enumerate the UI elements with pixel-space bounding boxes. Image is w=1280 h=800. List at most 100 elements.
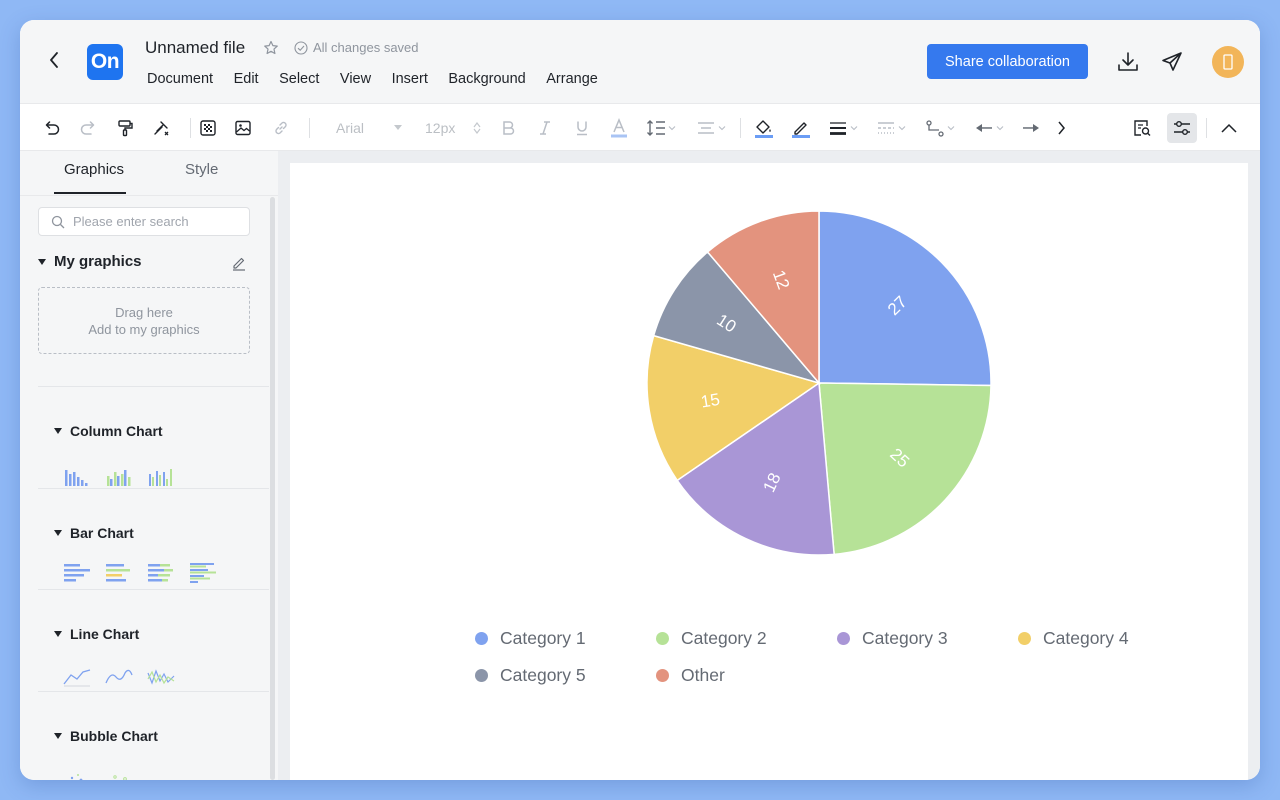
bubble-chart-title: Bubble Chart — [70, 728, 158, 744]
legend-swatch — [475, 669, 488, 682]
menu-arrange[interactable]: Arrange — [546, 71, 598, 87]
font-family-select[interactable]: Arial — [336, 116, 403, 140]
search-box — [38, 207, 250, 236]
bubble-chart-thumbs — [62, 765, 134, 780]
dropzone-text-2: Add to my graphics — [88, 321, 200, 337]
pie-slice-label-4: 15 — [699, 390, 721, 412]
bubble-chart-thumb-2[interactable] — [104, 765, 134, 780]
file-title[interactable]: Unnamed file — [145, 38, 245, 58]
star-icon[interactable] — [263, 40, 279, 56]
more-icon[interactable] — [1051, 116, 1071, 140]
column-chart-title: Column Chart — [70, 423, 163, 439]
line-chart-thumb-1[interactable] — [62, 663, 92, 687]
menu-background[interactable]: Background — [448, 71, 525, 87]
undo-icon[interactable] — [40, 116, 64, 140]
bar-chart-thumb-2[interactable] — [104, 562, 134, 586]
arrow-start-icon[interactable] — [972, 116, 1006, 140]
search-input[interactable] — [73, 214, 233, 229]
column-chart-thumb-2[interactable] — [104, 462, 134, 486]
search-icon — [51, 215, 65, 228]
tab-style[interactable]: Style — [185, 161, 218, 178]
legend-item[interactable]: Category 5 — [475, 665, 586, 686]
pie-slice-1[interactable] — [818, 210, 992, 387]
settings-icon[interactable] — [1167, 113, 1197, 143]
arrow-end-icon[interactable] — [1020, 116, 1042, 140]
app-logo[interactable]: On — [87, 44, 123, 80]
chevron-left-icon — [50, 52, 58, 68]
line-chart-thumb-2[interactable] — [104, 663, 134, 687]
clear-format-icon[interactable] — [149, 116, 173, 140]
app-window: On Unnamed file All changes saved Docume… — [20, 20, 1260, 780]
italic-icon[interactable] — [535, 116, 555, 140]
bar-chart-header[interactable]: Bar Chart — [54, 525, 134, 541]
menu-select[interactable]: Select — [279, 71, 319, 87]
legend-item[interactable]: Other — [656, 665, 725, 686]
column-chart-thumb-1[interactable] — [62, 462, 92, 486]
my-graphics-title: My graphics — [54, 253, 142, 270]
menu-edit[interactable]: Edit — [234, 71, 259, 87]
caret-down-icon — [54, 733, 62, 739]
menu-view[interactable]: View — [340, 71, 371, 87]
send-icon[interactable] — [1160, 50, 1184, 74]
font-size-select[interactable]: 12px — [425, 116, 481, 140]
sidebar-scrollbar[interactable] — [270, 197, 275, 780]
my-graphics-header[interactable]: My graphics — [38, 253, 142, 270]
dropzone-text-1: Drag here — [115, 304, 173, 320]
column-chart-thumbs — [62, 462, 176, 486]
canvas-page[interactable]: 27 25 18 15 10 12 — [290, 163, 1248, 780]
menu-document[interactable]: Document — [147, 71, 213, 87]
column-chart-thumb-3[interactable] — [146, 462, 176, 486]
legend-item[interactable]: Category 4 — [1018, 628, 1129, 649]
table-icon[interactable] — [196, 116, 220, 140]
download-icon[interactable] — [1116, 50, 1140, 74]
find-icon[interactable] — [1130, 116, 1154, 140]
underline-icon[interactable] — [572, 116, 592, 140]
collapse-icon[interactable] — [1218, 116, 1240, 140]
add-graphics-dropzone[interactable]: Drag here Add to my graphics — [38, 287, 250, 354]
legend-item[interactable]: Category 3 — [837, 628, 948, 649]
image-icon[interactable] — [231, 116, 255, 140]
menu-insert[interactable]: Insert — [392, 71, 428, 87]
bar-chart-thumb-4[interactable] — [188, 562, 218, 586]
caret-down-icon — [38, 258, 46, 265]
bubble-chart-thumb-1[interactable] — [62, 765, 92, 780]
save-status: All changes saved — [294, 40, 419, 55]
align-icon[interactable] — [694, 116, 728, 140]
bubble-chart-header[interactable]: Bubble Chart — [54, 728, 158, 744]
font-color-icon[interactable] — [609, 116, 629, 140]
legend-swatch — [475, 632, 488, 645]
legend-label: Category 2 — [681, 628, 767, 648]
user-avatar[interactable] — [1212, 46, 1244, 78]
legend-item[interactable]: Category 2 — [656, 628, 767, 649]
bar-chart-title: Bar Chart — [70, 525, 134, 541]
tab-graphics[interactable]: Graphics — [64, 161, 124, 178]
line-spacing-icon[interactable] — [644, 116, 678, 140]
bar-chart-thumb-1[interactable] — [62, 562, 92, 586]
connector-icon[interactable] — [923, 116, 957, 140]
legend-swatch — [1018, 632, 1031, 645]
edit-icon[interactable] — [231, 255, 247, 271]
sidebar-tabs: Graphics Style — [20, 151, 278, 196]
legend-label: Category 4 — [1043, 628, 1129, 648]
bar-chart-thumbs — [62, 562, 218, 586]
fill-color-icon[interactable] — [753, 116, 775, 140]
legend-item[interactable]: Category 1 — [475, 628, 586, 649]
bold-icon[interactable] — [498, 116, 518, 140]
pie-chart[interactable]: 272518151012 — [290, 163, 1248, 780]
link-icon[interactable] — [269, 116, 293, 140]
column-chart-header[interactable]: Column Chart — [54, 423, 163, 439]
line-width-icon[interactable] — [826, 116, 860, 140]
line-color-icon[interactable] — [790, 116, 812, 140]
share-collaboration-button[interactable]: Share collaboration — [927, 44, 1088, 79]
line-chart-thumb-3[interactable] — [146, 663, 176, 687]
line-chart-thumbs — [62, 663, 176, 687]
back-button[interactable] — [44, 50, 64, 70]
pie-slice-2[interactable] — [818, 382, 992, 556]
format-painter-icon[interactable] — [113, 116, 137, 140]
line-chart-header[interactable]: Line Chart — [54, 626, 139, 642]
bar-chart-thumb-3[interactable] — [146, 562, 176, 586]
redo-icon[interactable] — [76, 116, 100, 140]
check-circle-icon — [294, 40, 308, 55]
line-style-icon[interactable] — [874, 116, 908, 140]
caret-down-icon — [54, 428, 62, 434]
